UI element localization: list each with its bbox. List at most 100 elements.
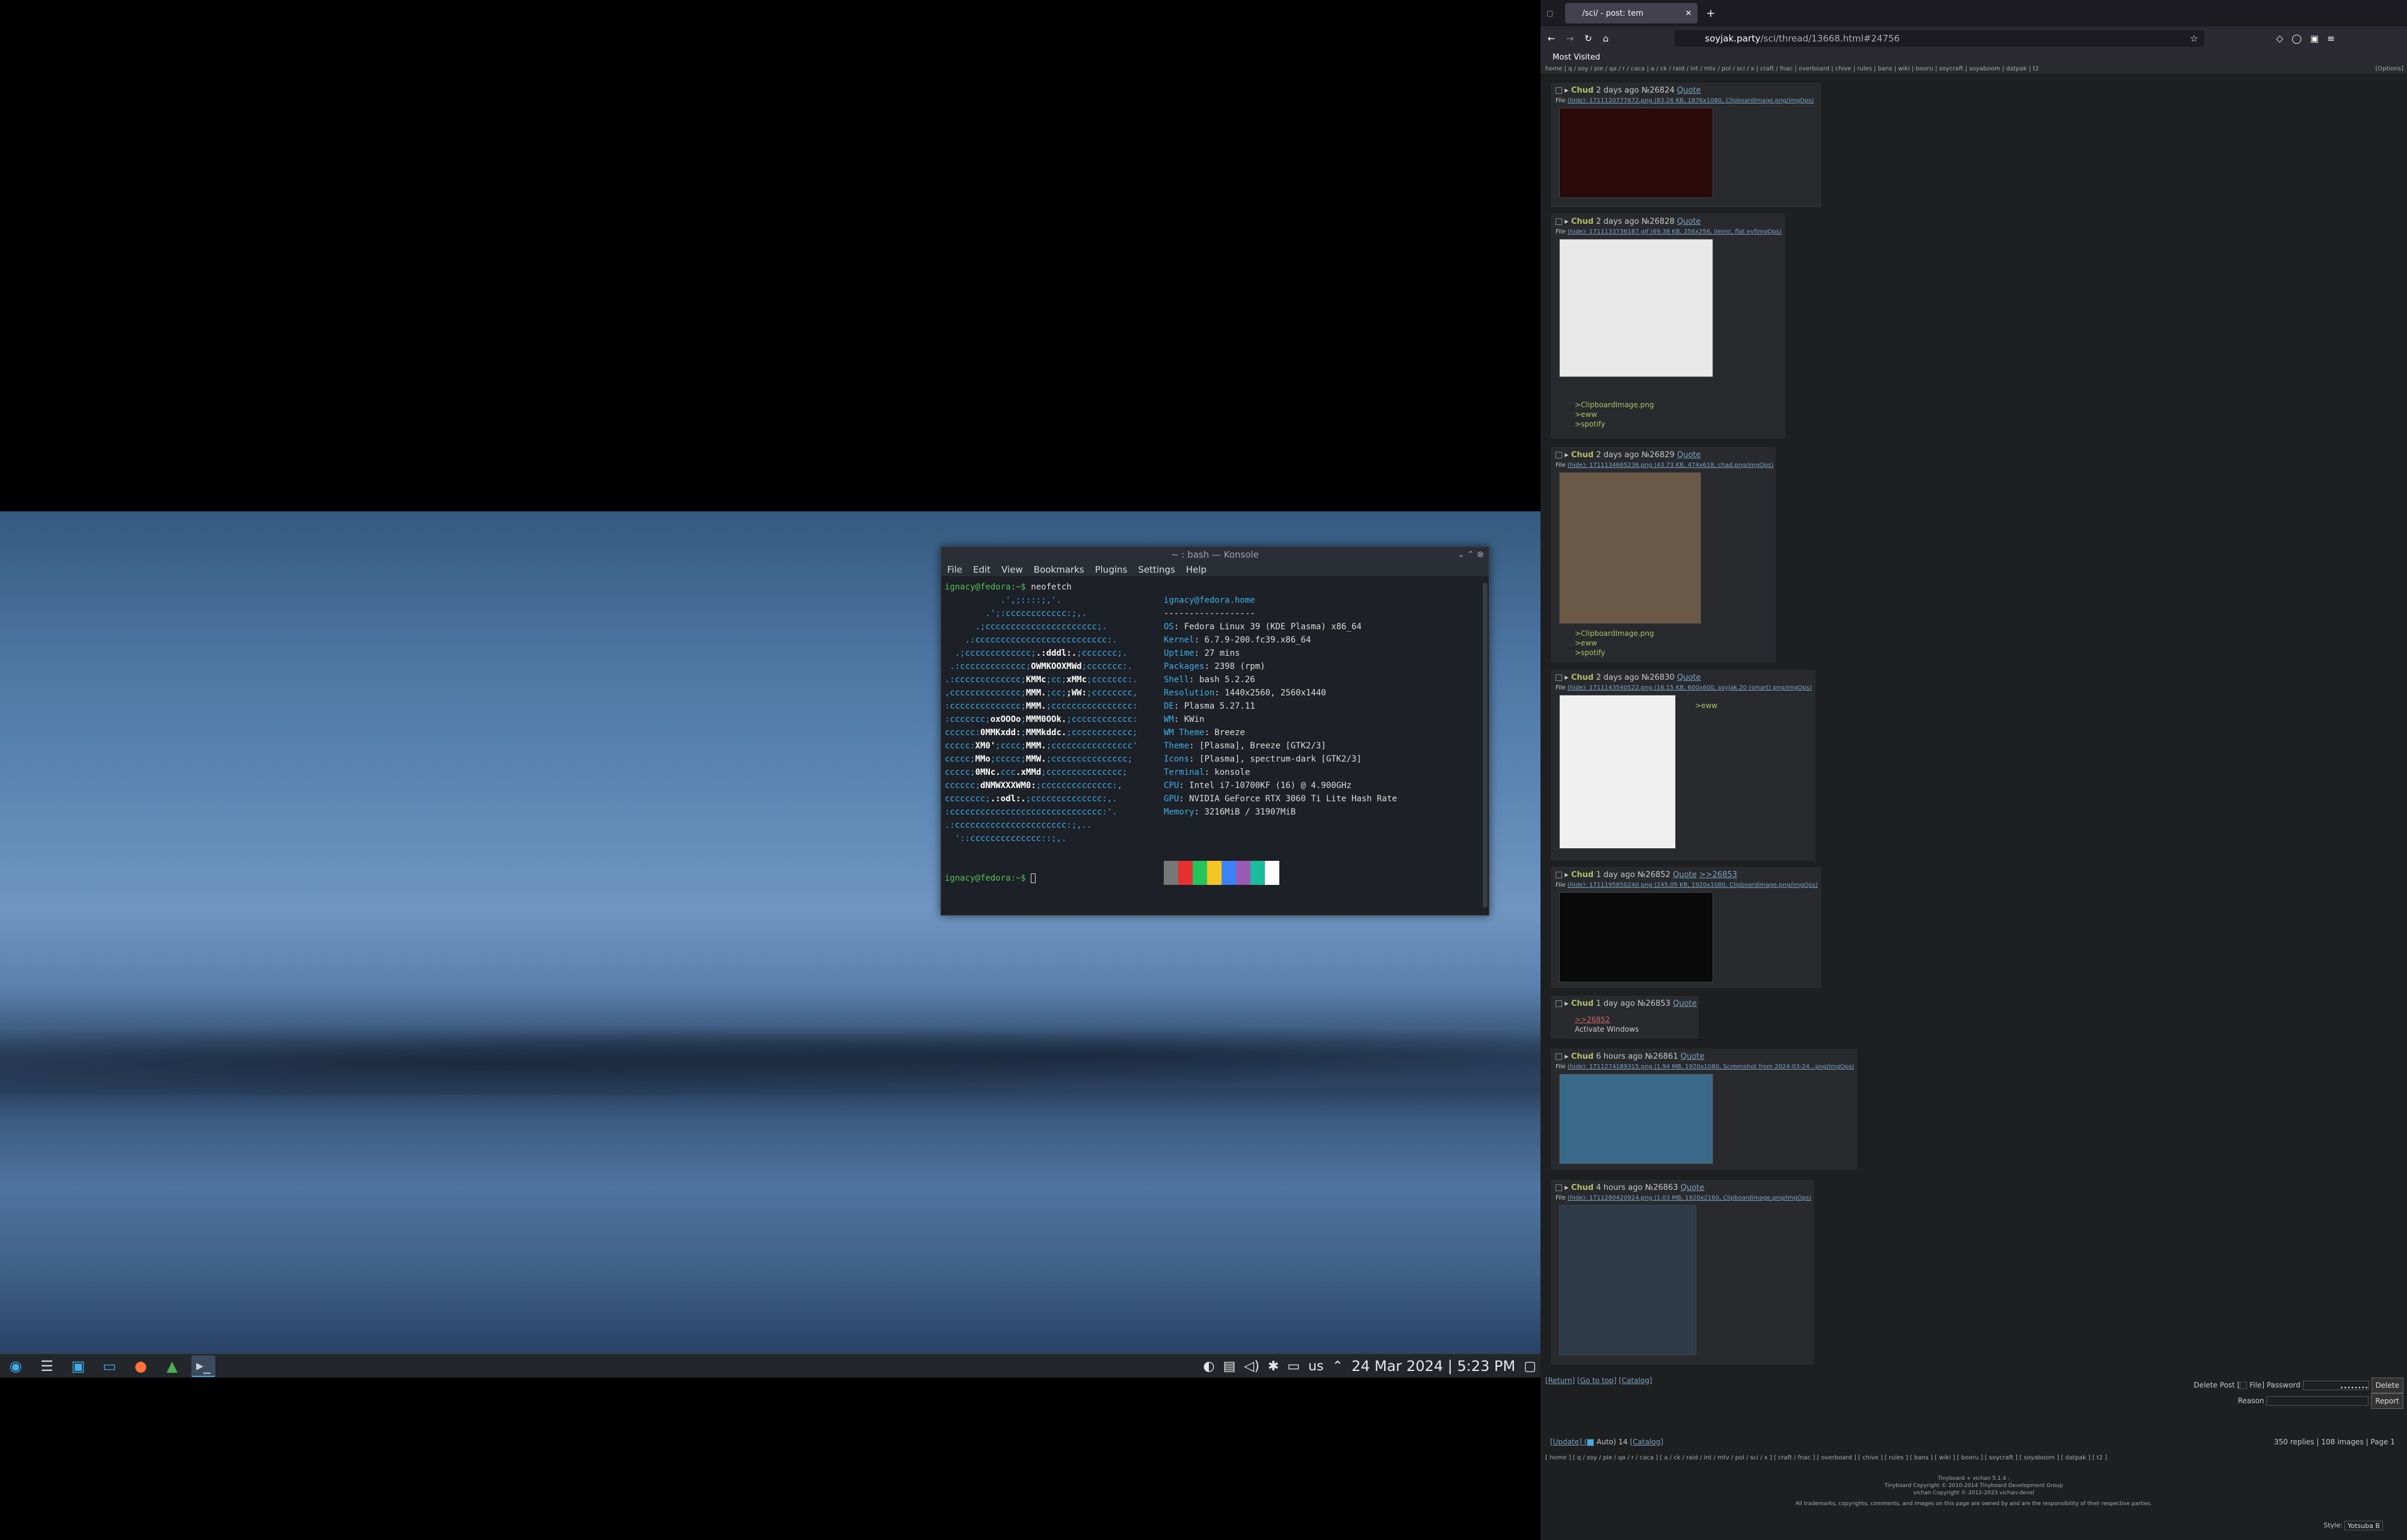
post-number[interactable]: №26824 — [1642, 86, 1675, 95]
post-checkbox[interactable] — [1556, 1053, 1562, 1060]
report-button[interactable]: Report — [2371, 1393, 2403, 1409]
post-checkbox[interactable] — [1556, 1000, 1562, 1007]
file-info[interactable]: File (hide): 1711274189315.png (1.94 MB,… — [1551, 1061, 1858, 1073]
discord-icon[interactable]: ◐ — [1203, 1359, 1214, 1374]
tab-list-icon[interactable]: ▢ — [1546, 9, 1553, 17]
quote-link[interactable]: Quote — [1681, 1183, 1705, 1192]
tab-active[interactable]: /sci/ - post: tem ✕ — [1565, 3, 1698, 23]
quote-link[interactable]: Quote — [1677, 86, 1701, 95]
post-image[interactable] — [1559, 695, 1676, 849]
expand-icon[interactable]: ▸ — [1565, 217, 1569, 226]
quote-link[interactable]: Quote — [1677, 217, 1701, 226]
extensions-icon[interactable]: ▣ — [2310, 33, 2319, 44]
forward-icon[interactable]: → — [1566, 33, 1574, 44]
post-checkbox[interactable] — [1556, 872, 1562, 878]
volume-icon[interactable]: ◁) — [1244, 1359, 1259, 1374]
menu-file[interactable]: File — [947, 564, 962, 575]
post-number[interactable]: №26829 — [1642, 451, 1675, 460]
tab-close-icon[interactable]: ✕ — [1685, 9, 1692, 18]
menu-settings[interactable]: Settings — [1138, 564, 1175, 575]
post-checkbox[interactable] — [1556, 452, 1562, 458]
expand-icon[interactable]: ▸ — [1565, 999, 1569, 1008]
display-icon[interactable]: ▭ — [1287, 1359, 1300, 1374]
return-link[interactable]: [Return] — [1545, 1376, 1575, 1385]
footer-board-list[interactable]: [ home ] [ q / soy / pie / qa / r / caca… — [1545, 1455, 2107, 1461]
window-controls-icon[interactable]: ⌄ ⌃ ⊗ — [1457, 547, 1484, 562]
home-icon[interactable]: ⌂ — [1603, 33, 1609, 44]
options-link[interactable]: [Options] — [2376, 65, 2403, 73]
menu-bookmarks[interactable]: Bookmarks — [1034, 564, 1084, 575]
expand-icon[interactable]: ▸ — [1565, 673, 1569, 682]
update-link[interactable]: [Update] ( — [1550, 1438, 1587, 1446]
konsole-taskbar-icon[interactable]: ▸_ — [191, 1355, 215, 1377]
clipboard-icon[interactable]: ▤ — [1223, 1359, 1236, 1374]
settings-icon[interactable]: ☰ — [35, 1355, 59, 1377]
file-manager-icon[interactable]: ▭ — [97, 1355, 122, 1377]
quote-link[interactable]: Quote — [1673, 870, 1697, 879]
firefox-icon[interactable]: ● — [129, 1355, 153, 1377]
menu-icon[interactable]: ≡ — [2327, 33, 2335, 44]
bluetooth-icon[interactable]: ✱ — [1268, 1359, 1279, 1374]
post-checkbox[interactable] — [1556, 1184, 1562, 1191]
menu-help[interactable]: Help — [1186, 564, 1207, 575]
go-to-top-link[interactable]: [Go to top] — [1577, 1376, 1616, 1385]
software-center-icon[interactable]: ▣ — [66, 1355, 90, 1377]
system-monitor-icon[interactable]: ▲ — [160, 1355, 184, 1377]
expand-icon[interactable]: ▸ — [1565, 1183, 1569, 1192]
reload-icon[interactable]: ↻ — [1584, 33, 1592, 44]
file-checkbox[interactable] — [2240, 1382, 2248, 1389]
quote-link[interactable]: Quote — [1673, 999, 1697, 1008]
file-info[interactable]: File (hide): 1711280420924.png (1.03 MB,… — [1551, 1192, 1814, 1204]
post-number[interactable]: №26861 — [1645, 1052, 1678, 1061]
expand-icon[interactable]: ▸ — [1565, 870, 1569, 879]
file-info[interactable]: File (hide): 1711120777672.png (83.26 KB… — [1551, 95, 1821, 106]
app-launcher-icon[interactable]: ◉ — [4, 1355, 28, 1377]
post-checkbox[interactable] — [1556, 674, 1562, 681]
konsole-titlebar[interactable]: ~ : bash — Konsole ⌄ ⌃ ⊗ — [941, 547, 1489, 562]
post-image[interactable] — [1559, 108, 1713, 198]
menu-edit[interactable]: Edit — [973, 564, 990, 575]
post-image[interactable] — [1559, 472, 1701, 624]
reason-input[interactable] — [2266, 1396, 2369, 1406]
expand-tray-icon[interactable]: ⌃ — [1332, 1359, 1343, 1374]
auto-update-checkbox[interactable] — [1587, 1438, 1595, 1446]
scrollbar[interactable] — [1483, 583, 1488, 908]
expand-icon[interactable]: ▸ — [1565, 451, 1569, 460]
catalog-link[interactable]: [Catalog] — [1619, 1376, 1652, 1385]
konsole-window[interactable]: ~ : bash — Konsole ⌄ ⌃ ⊗ File Edit View … — [941, 546, 1489, 916]
show-desktop-icon[interactable]: ▢ — [1524, 1359, 1536, 1374]
keyboard-layout[interactable]: us — [1308, 1359, 1323, 1374]
post-image[interactable] — [1559, 239, 1713, 377]
clock[interactable]: 24 Mar 2024 | 5:23 PM — [1352, 1358, 1515, 1375]
delete-button[interactable]: Delete — [2371, 1378, 2403, 1393]
file-info[interactable]: File (hide): 1711143540522.png (16.15 KB… — [1551, 682, 1815, 694]
file-info[interactable]: File (hide): 1711195850240.png (245.05 K… — [1551, 879, 1821, 891]
catalog-link-2[interactable]: [Catalog] — [1630, 1438, 1663, 1446]
menu-view[interactable]: View — [1001, 564, 1023, 575]
post-image[interactable] — [1559, 892, 1713, 982]
password-input[interactable]: •••••••• — [2302, 1381, 2369, 1391]
new-tab-icon[interactable]: + — [1706, 7, 1715, 20]
file-info[interactable]: File (hide): 1711133736187.gif (69.38 KB… — [1551, 226, 1785, 238]
account-icon[interactable]: ◯ — [2291, 33, 2302, 44]
url-bar[interactable]: soyjak.party/sci/thread/13668.html#24756 — [1675, 30, 2205, 47]
file-info[interactable]: File (hide): 1711134665236.png (43.73 KB… — [1551, 460, 1776, 471]
post-number[interactable]: №26852 — [1637, 870, 1670, 879]
post-number[interactable]: №26830 — [1642, 673, 1675, 682]
post-checkbox[interactable] — [1556, 87, 1562, 94]
most-visited-bookmark[interactable]: Most Visited — [1553, 53, 1600, 62]
menu-plugins[interactable]: Plugins — [1095, 564, 1128, 575]
quote-link[interactable]: Quote — [1677, 673, 1701, 682]
quote-link[interactable]: Quote — [1677, 451, 1701, 460]
expand-icon[interactable]: ▸ — [1565, 86, 1569, 95]
post-number[interactable]: №26828 — [1642, 217, 1675, 226]
back-icon[interactable]: ← — [1548, 33, 1556, 44]
post-image[interactable] — [1559, 1074, 1713, 1164]
reply-link[interactable]: >>26853 — [1699, 870, 1737, 879]
post-number[interactable]: №26853 — [1637, 999, 1670, 1008]
expand-icon[interactable]: ▸ — [1565, 1052, 1569, 1061]
style-select[interactable]: Yotsuba B — [2344, 1521, 2383, 1530]
post-number[interactable]: №26863 — [1645, 1183, 1678, 1192]
pocket-icon[interactable]: ◇ — [2276, 33, 2284, 44]
post-image[interactable] — [1559, 1205, 1696, 1355]
